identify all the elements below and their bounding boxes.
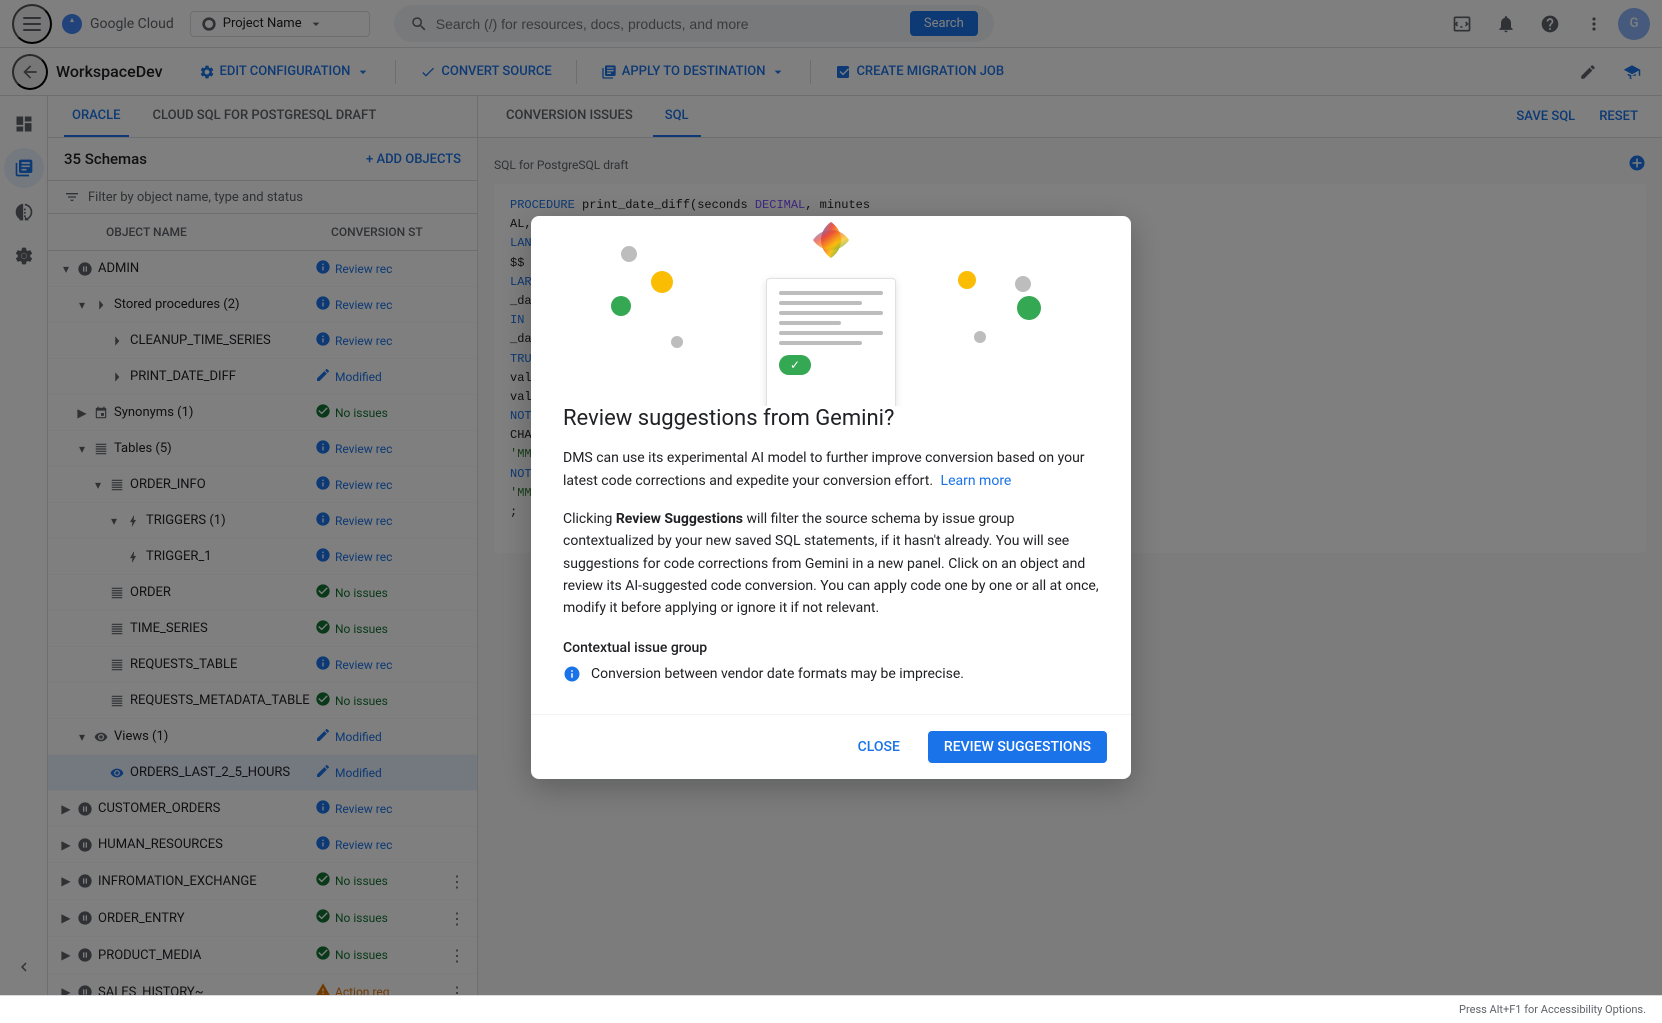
dot-7 bbox=[671, 336, 683, 348]
modal-issue-item: Conversion between vendor date formats m… bbox=[563, 664, 1099, 690]
modal-desc: DMS can use its experimental AI model to… bbox=[563, 447, 1099, 492]
modal-review-suggestions-button[interactable]: REVIEW SUGGESTIONS bbox=[928, 731, 1107, 763]
learn-more-link[interactable]: Learn more bbox=[941, 473, 1012, 489]
modal-desc2: Clicking Review Suggestions will filter … bbox=[563, 508, 1099, 620]
modal-dialog: ✓ Review suggestions from Gemini? DMS ca… bbox=[531, 216, 1131, 779]
doc-illustration: ✓ bbox=[766, 216, 896, 406]
dot-4 bbox=[958, 271, 976, 289]
modal-footer: CLOSE REVIEW SUGGESTIONS bbox=[531, 714, 1131, 779]
issue-info-icon bbox=[563, 665, 581, 690]
status-text: Press Alt+F1 for Accessibility Options. bbox=[1459, 1003, 1646, 1016]
status-bar: Press Alt+F1 for Accessibility Options. bbox=[0, 995, 1662, 1023]
modal-close-button[interactable]: CLOSE bbox=[842, 731, 916, 763]
modal-body: Review suggestions from Gemini? DMS can … bbox=[531, 406, 1131, 714]
doc-check-icon: ✓ bbox=[779, 355, 811, 375]
dot-6 bbox=[1017, 296, 1041, 320]
modal-section-title: Contextual issue group bbox=[563, 640, 1099, 656]
modal-illustration: ✓ bbox=[531, 216, 1131, 406]
gemini-logo bbox=[805, 216, 857, 270]
modal-title: Review suggestions from Gemini? bbox=[563, 406, 1099, 431]
document-box: ✓ bbox=[766, 278, 896, 406]
dot-2 bbox=[1015, 276, 1031, 292]
dot-5 bbox=[611, 296, 631, 316]
dot-8 bbox=[974, 331, 986, 343]
dot-1 bbox=[621, 246, 637, 262]
modal-overlay: ✓ Review suggestions from Gemini? DMS ca… bbox=[0, 0, 1662, 995]
dot-3 bbox=[651, 271, 673, 293]
issue-text: Conversion between vendor date formats m… bbox=[591, 664, 964, 685]
